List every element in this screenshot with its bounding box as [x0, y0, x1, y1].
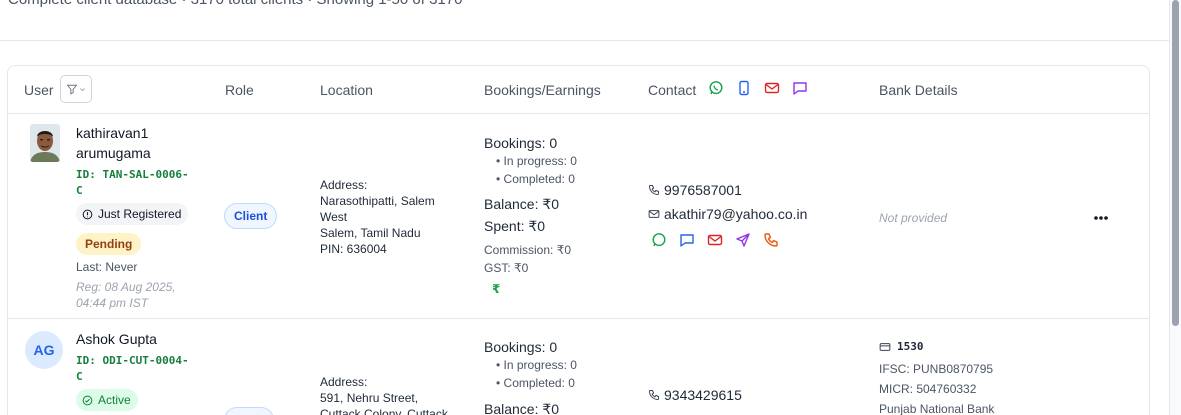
page-subtitle: Complete client database · 3170 total cl…	[8, 0, 462, 8]
bank-ifsc: IFSC: PUNB0870795	[879, 362, 994, 376]
bookings-in-progress: • In progress: 0	[496, 358, 577, 372]
header-bank: Bank Details	[879, 82, 958, 98]
user-id-line2: C	[76, 184, 83, 197]
phone-call-icon	[649, 185, 659, 195]
registered-time: 04:44 pm IST	[76, 296, 149, 310]
whatsapp-icon[interactable]	[708, 80, 724, 96]
spent: Spent: ₹0	[484, 218, 546, 234]
address-pin: PIN: 636004	[320, 242, 387, 256]
header-role: Role	[225, 82, 254, 98]
user-name: Ashok Gupta	[76, 331, 157, 347]
status-badge: Active	[76, 389, 138, 411]
address-city: Salem, Tamil Nadu	[320, 226, 421, 240]
mail-icon	[648, 210, 660, 218]
card-icon	[879, 342, 891, 351]
user-name: kathiravan1	[76, 125, 149, 141]
bank-micr: MICR: 504760332	[879, 382, 977, 396]
avatar: AG	[25, 331, 63, 369]
contact-phone: 9343429615	[648, 387, 742, 403]
scrollbar-thumb[interactable]	[1172, 0, 1179, 326]
sms-icon[interactable]	[679, 232, 695, 248]
clients-table: User Role Location Bookings/Earnings Con…	[7, 65, 1150, 415]
table-header: User Role Location Bookings/Earnings Con…	[8, 66, 1149, 114]
user-filter-button[interactable]	[60, 75, 92, 103]
user-id: ID: ODI-CUT-0004-	[76, 354, 189, 367]
approval-badge: Pending	[76, 233, 142, 255]
address-label: Address:	[320, 375, 368, 389]
last-login: Last: Never	[76, 260, 138, 274]
filter-icon	[67, 84, 77, 95]
check-circle-icon	[82, 395, 93, 405]
user-name-line2: arumugama	[76, 145, 151, 161]
bookings-count: Bookings: 0	[484, 135, 558, 151]
email-icon[interactable]	[764, 80, 780, 96]
table-row: AG Ashok Gupta ID: ODI-CUT-0004- C Activ…	[8, 319, 1149, 415]
contact-phone: 9976587001	[648, 182, 742, 198]
phone-icon[interactable]	[736, 80, 752, 96]
commission: Commission: ₹0	[484, 243, 571, 257]
address-label: Address:	[320, 178, 368, 192]
avatar	[30, 124, 60, 162]
contact-email: akathir79@yahoo.co.in	[648, 206, 807, 222]
status-label: Just Registered	[98, 207, 182, 221]
status-label: Active	[98, 393, 131, 407]
balance: Balance: ₹0	[484, 196, 560, 212]
bookings-completed: • Completed: 0	[496, 172, 575, 186]
bank-account: 1530	[879, 340, 924, 353]
registered-date: Reg: 08 Aug 2025,	[76, 280, 176, 294]
address-line: 591, Nehru Street,	[320, 391, 419, 405]
contact-filter-icons	[708, 80, 808, 96]
table-row: kathiravan1 arumugama ID: TAN-SAL-0006- …	[8, 114, 1149, 319]
message-icon[interactable]	[792, 80, 808, 96]
bank-name: Punjab National Bank	[879, 402, 995, 415]
account-number: 1530	[897, 340, 924, 353]
header-bookings: Bookings/Earnings	[484, 82, 601, 98]
phone-number: 9976587001	[664, 182, 742, 198]
bookings-completed: • Completed: 0	[496, 376, 575, 390]
whatsapp-icon[interactable]	[651, 232, 667, 248]
rupee-icon[interactable]: ₹	[492, 282, 500, 296]
email-icon[interactable]	[707, 232, 723, 248]
user-photo-icon	[30, 124, 60, 162]
call-icon[interactable]	[763, 232, 779, 248]
more-actions-button[interactable]	[1091, 208, 1111, 228]
user-id: ID: TAN-SAL-0006-	[76, 168, 189, 181]
send-icon[interactable]	[735, 232, 751, 248]
status-badge: Just Registered	[76, 203, 189, 225]
role-badge: Client	[224, 203, 278, 229]
bookings-count: Bookings: 0	[484, 339, 558, 355]
gst: GST: ₹0	[484, 261, 529, 275]
contact-actions	[651, 232, 779, 248]
phone-number: 9343429615	[664, 387, 742, 403]
address-line: Narasothipatti, Salem	[320, 194, 435, 208]
header-location: Location	[320, 82, 373, 98]
balance: Balance: ₹0	[484, 401, 560, 415]
page-header: Complete client database · 3170 total cl…	[0, 0, 1169, 41]
address-line: West	[320, 210, 348, 224]
phone-call-icon	[649, 390, 659, 400]
user-id-line2: C	[76, 370, 83, 383]
bookings-in-progress: • In progress: 0	[496, 154, 577, 168]
chevron-down-icon	[80, 87, 85, 91]
role-badge	[224, 407, 274, 415]
more-icon	[1094, 216, 1108, 220]
email-address: akathir79@yahoo.co.in	[664, 206, 808, 222]
header-user: User	[24, 82, 54, 98]
bank-details: Not provided	[879, 211, 948, 225]
info-icon	[82, 209, 93, 219]
header-contact: Contact	[648, 82, 697, 98]
address-line: Cuttack Colony, Cuttack	[320, 407, 448, 415]
vertical-scrollbar[interactable]	[1169, 0, 1181, 415]
